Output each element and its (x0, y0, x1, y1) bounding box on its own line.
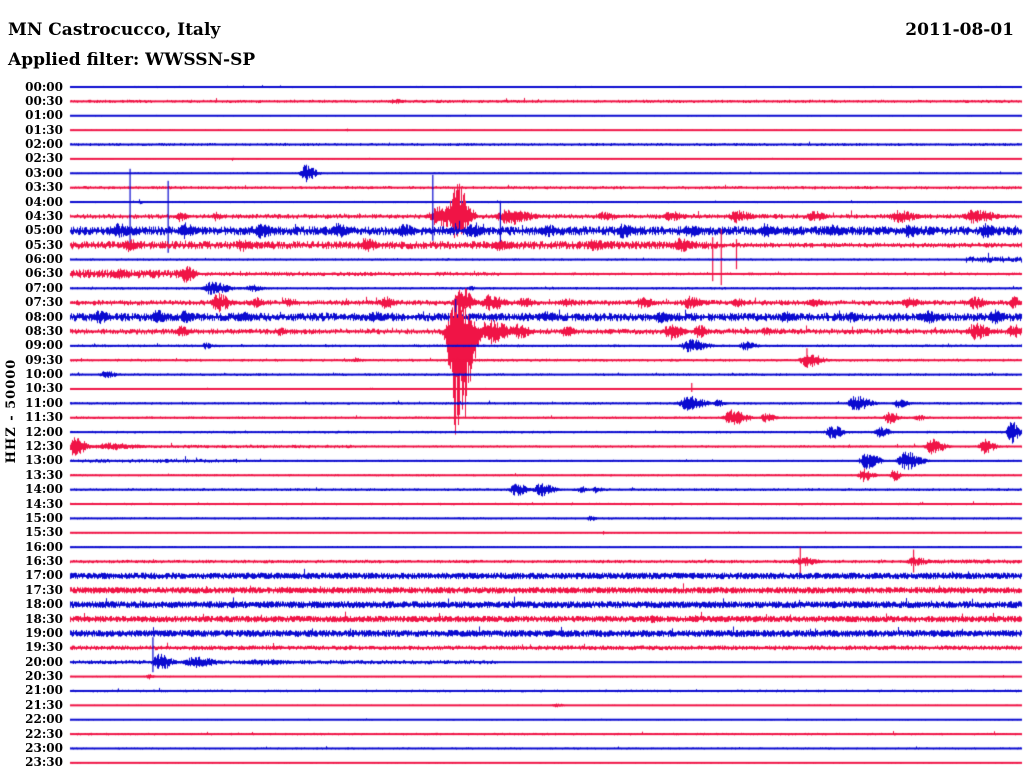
time-label: 04:30 (25, 208, 63, 223)
time-label: 19:30 (25, 640, 63, 655)
time-label: 00:00 (25, 79, 63, 94)
time-label: 05:00 (25, 223, 63, 238)
time-label: 01:00 (25, 108, 63, 123)
time-label: 01:30 (25, 122, 63, 137)
time-label: 22:00 (25, 712, 63, 727)
time-label: 13:00 (25, 453, 63, 468)
time-label: 20:30 (25, 669, 63, 684)
time-label: 16:00 (25, 539, 63, 554)
time-label: 14:00 (25, 482, 63, 497)
time-label: 02:00 (25, 137, 63, 152)
time-label: 07:30 (25, 295, 63, 310)
time-label: 23:00 (25, 740, 63, 755)
time-label: 23:30 (25, 755, 63, 770)
time-label: 10:30 (25, 381, 63, 396)
time-label: 18:00 (25, 597, 63, 612)
time-label: 21:00 (25, 683, 63, 698)
time-label: 03:00 (25, 165, 63, 180)
time-label: 17:00 (25, 568, 63, 583)
time-label: 06:00 (25, 252, 63, 267)
filter-label: Applied filter: WWSSN-SP (8, 50, 256, 70)
time-label: 07:00 (25, 280, 63, 295)
time-label: 10:00 (25, 367, 63, 382)
helicorder-page: MN Castrocucco, Italy 2011-08-01 Applied… (0, 0, 1024, 780)
time-label: 21:30 (25, 697, 63, 712)
time-label: 09:30 (25, 352, 63, 367)
time-label: 04:00 (25, 194, 63, 209)
time-label: 06:30 (25, 266, 63, 281)
record-date: 2011-08-01 (905, 20, 1014, 40)
time-label: 13:30 (25, 467, 63, 482)
time-label: 08:00 (25, 309, 63, 324)
seismogram-traces-canvas (0, 0, 1024, 780)
time-label: 18:30 (25, 611, 63, 626)
time-label: 05:30 (25, 237, 63, 252)
time-label: 08:30 (25, 323, 63, 338)
time-label: 15:30 (25, 525, 63, 540)
time-label: 14:30 (25, 496, 63, 511)
time-label: 09:00 (25, 338, 63, 353)
time-label: 11:00 (25, 395, 63, 410)
time-label: 12:30 (25, 439, 63, 453)
time-label: 00:30 (25, 93, 63, 108)
station-title: MN Castrocucco, Italy (8, 20, 221, 40)
time-label: 11:30 (25, 410, 63, 425)
time-label: 22:30 (25, 726, 63, 741)
time-label: 12:00 (25, 424, 63, 439)
channel-scale-label: HHZ - 50000 (4, 358, 19, 464)
time-label: 17:30 (25, 582, 63, 597)
time-label: 20:00 (25, 654, 63, 669)
time-label: 03:30 (25, 180, 63, 195)
time-label: 15:00 (25, 510, 63, 525)
time-label: 19:00 (25, 625, 63, 640)
time-label: 02:30 (25, 151, 63, 166)
time-label: 16:30 (25, 554, 63, 569)
